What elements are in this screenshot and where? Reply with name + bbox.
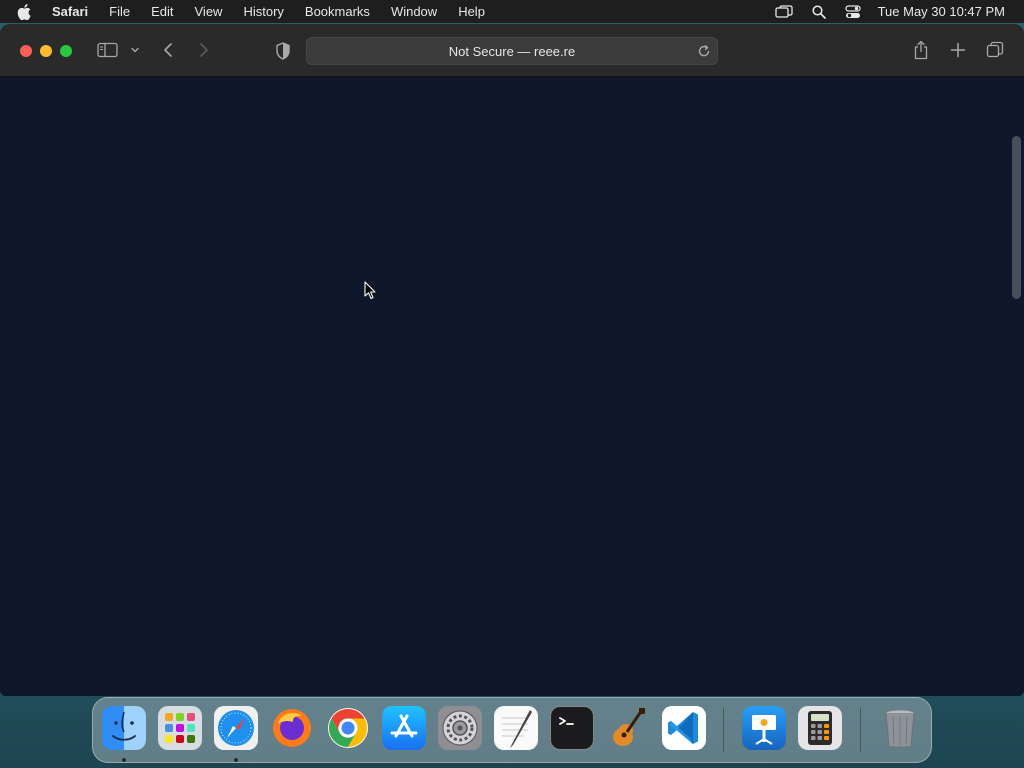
screen-mirroring-icon[interactable] — [774, 4, 793, 19]
firefox-icon[interactable] — [270, 706, 314, 750]
window-minimize-button[interactable] — [40, 45, 52, 57]
forward-arrow-icon[interactable] — [198, 42, 210, 58]
finder-icon[interactable] — [102, 706, 146, 750]
garageband-icon[interactable] — [606, 706, 650, 750]
system-settings-icon[interactable] — [438, 706, 482, 750]
chevron-down-icon[interactable] — [130, 46, 140, 54]
scrollbar-thumb[interactable] — [1012, 136, 1021, 299]
keynote-icon[interactable] — [742, 706, 786, 750]
reload-icon[interactable] — [696, 43, 712, 64]
menu-bar-clock[interactable]: Tue May 30 10:47 PM — [878, 4, 1005, 19]
menu-file[interactable]: File — [109, 4, 130, 19]
safari-icon[interactable] — [214, 706, 258, 750]
calculator-icon[interactable] — [798, 706, 842, 750]
menu-edit[interactable]: Edit — [151, 4, 173, 19]
new-tab-plus-icon[interactable] — [950, 42, 966, 58]
app-store-icon[interactable] — [382, 706, 426, 750]
address-bar[interactable]: Not Secure — reee.re — [306, 37, 718, 65]
menu-history[interactable]: History — [243, 4, 283, 19]
sidebar-toggle-icon[interactable] — [97, 42, 119, 58]
chrome-icon[interactable] — [326, 706, 370, 750]
window-close-button[interactable] — [20, 45, 32, 57]
privacy-shield-icon[interactable] — [275, 42, 291, 60]
menu-window[interactable]: Window — [391, 4, 437, 19]
menu-bookmarks[interactable]: Bookmarks — [305, 4, 370, 19]
web-page-content[interactable] — [0, 77, 1024, 696]
vscode-icon[interactable] — [662, 706, 706, 750]
menu-app-name[interactable]: Safari — [52, 4, 88, 19]
textedit-icon[interactable] — [494, 706, 538, 750]
back-arrow-icon[interactable] — [162, 42, 174, 58]
launchpad-icon[interactable] — [158, 706, 202, 750]
menu-view[interactable]: View — [195, 4, 223, 19]
share-icon[interactable] — [912, 40, 930, 60]
tab-overview-icon[interactable] — [986, 41, 1004, 59]
apple-menu-icon[interactable] — [17, 3, 37, 20]
dock-separator — [723, 708, 724, 752]
menu-help[interactable]: Help — [458, 4, 485, 19]
menu-bar: Safari File Edit View History Bookmarks … — [0, 0, 1024, 23]
safari-window: Not Secure — reee.re — [0, 24, 1024, 696]
finder-running-indicator — [122, 758, 126, 762]
control-center-icon[interactable] — [844, 4, 861, 19]
browser-toolbar: Not Secure — reee.re — [0, 24, 1024, 77]
address-bar-text[interactable]: Not Secure — reee.re — [307, 44, 717, 59]
mouse-pointer-icon — [364, 281, 376, 305]
window-zoom-button[interactable] — [60, 45, 72, 57]
safari-running-indicator — [234, 758, 238, 762]
spotlight-search-icon[interactable] — [812, 4, 826, 19]
dock — [92, 697, 932, 763]
terminal-icon[interactable] — [550, 706, 594, 750]
dock-separator — [860, 708, 861, 752]
trash-icon[interactable] — [878, 706, 922, 750]
